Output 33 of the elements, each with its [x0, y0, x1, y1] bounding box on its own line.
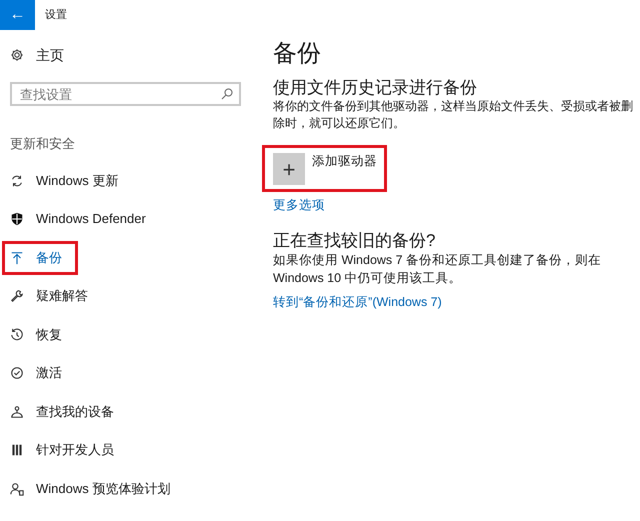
home-item[interactable]: 主页	[0, 40, 262, 70]
nav-item[interactable]: 备份	[5, 248, 62, 268]
search-field[interactable]: 查找设置	[10, 82, 241, 106]
section-heading: 更新和安全	[10, 135, 76, 153]
nav-item[interactable]: Windows Defender	[5, 209, 146, 229]
nav-item[interactable]: 查找我的设备	[5, 402, 114, 422]
history-icon	[10, 328, 24, 342]
nav-item[interactable]: Windows 预览体验计划	[5, 478, 170, 498]
back-button[interactable]: ←	[0, 0, 35, 30]
shield-icon	[10, 212, 24, 226]
search-icon	[221, 88, 233, 100]
wrench-icon	[10, 289, 24, 303]
sync-icon	[10, 174, 24, 188]
nav-item[interactable]: 恢复	[5, 324, 62, 344]
person-icon	[10, 482, 24, 496]
up-arrow-icon	[10, 250, 24, 264]
section-heading: 正在查找较旧的备份?	[273, 230, 436, 251]
page-title: 备份	[273, 39, 322, 69]
check-circle-icon	[10, 366, 24, 380]
window-title: 设置	[45, 8, 67, 23]
person-icon	[10, 404, 24, 418]
settings-icon	[10, 48, 24, 62]
more-options-link[interactable]: 更多选项	[273, 196, 634, 215]
description: 将你的文件备份到其他驱动器，这样当原始文件丢失、受损或者被删除时，就可以还原它们。	[273, 98, 634, 132]
nav-item[interactable]: 针对开发人员	[5, 440, 114, 460]
nav-item[interactable]: 激活	[5, 363, 62, 383]
nav-item[interactable]: Windows 更新	[5, 170, 118, 190]
description: 如果你使用 Windows 7 备份和还原工具创建了备份，则在 Windows 10 中仍可使用该工具。	[273, 252, 602, 287]
section-heading: 使用文件历史记录进行备份	[273, 78, 478, 98]
nav-item[interactable]: 疑难解答	[5, 286, 88, 306]
add-drive-button[interactable]: + 添加驱动器	[273, 153, 377, 185]
backup-restore-link[interactable]: 转到“备份和还原”(Windows 7)	[273, 292, 634, 312]
plus-icon: +	[273, 153, 305, 185]
